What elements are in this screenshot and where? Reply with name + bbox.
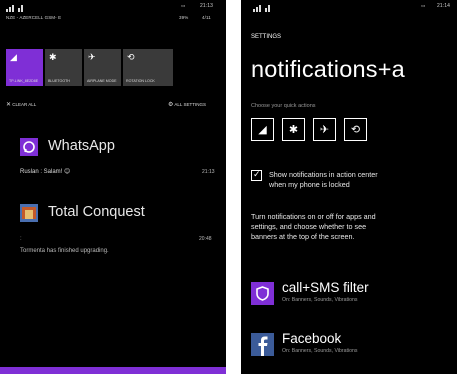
carrier-label: NZE - AZERCELL GSM- E — [6, 15, 62, 20]
app-item-status: On: Banners, Sounds, Vibrations — [282, 297, 358, 303]
action-center-screen: NZE - AZERCELL GSM- E ▭ 21:13 39% 4/11 ◢… — [0, 0, 226, 374]
rotation-lock-icon: ⟲ — [350, 124, 361, 136]
bluetooth-icon: ✱ — [288, 124, 299, 136]
status-clock: 21:14 — [437, 3, 451, 9]
quick-action-label: ROTATION LOCK — [126, 79, 155, 83]
checkmark-icon: ✓ — [253, 169, 261, 179]
app-item-status: On: Banners, Sounds, Vibrations — [282, 348, 358, 354]
notification-app-name: Total Conquest — [48, 204, 145, 220]
all-settings-button[interactable]: ⚙ ALL SETTINGS — [168, 101, 206, 108]
app-item-name: Facebook — [282, 331, 342, 346]
quick-action-airplane[interactable]: ✈ AIRPLANE MODE — [84, 49, 121, 86]
description-text: banners at the top of the screen. — [251, 232, 355, 241]
choose-quick-actions-label: Choose your quick actions — [251, 103, 316, 109]
shield-icon — [251, 282, 274, 305]
close-icon: ✕ — [6, 102, 12, 108]
gear-icon: ⚙ — [168, 102, 174, 108]
battery-percent: 39% — [179, 15, 189, 20]
quick-action-slot-rotation[interactable]: ⟲ — [344, 118, 367, 141]
wifi-icon: ◢ — [258, 124, 267, 136]
quick-action-wifi[interactable]: ◢ TP-LINK_8E2D8E — [6, 49, 43, 86]
bluetooth-icon: ✱ — [49, 52, 57, 62]
app-item-name: call+SMS filter — [282, 280, 369, 295]
quick-action-label: BLUETOOTH — [48, 79, 70, 83]
quick-action-label: TP-LINK_8E2D8E — [9, 79, 39, 83]
quick-action-slot-wifi[interactable]: ◢ — [251, 118, 274, 141]
checkbox-label-line2: when my phone is locked — [269, 180, 350, 189]
whatsapp-icon — [20, 138, 38, 156]
notification-message: Ruslan : Salam! 😊 — [20, 169, 71, 175]
quick-action-bluetooth[interactable]: ✱ BLUETOOTH — [45, 49, 82, 86]
description-text: settings, and choose whether to see — [251, 222, 367, 231]
notification-time: 20:48 — [199, 236, 212, 242]
quick-action-rotation[interactable]: ⟲ ROTATION LOCK — [123, 49, 173, 86]
airplane-icon: ✈ — [319, 124, 330, 136]
checkbox-label: Show notifications in action center — [269, 170, 378, 179]
signal-strength-icon — [6, 4, 26, 12]
notifications-settings-screen: ▭ 21:14 SETTINGS notifications+a Choose … — [241, 0, 457, 374]
quick-action-slot-airplane[interactable]: ✈ — [313, 118, 336, 141]
clear-all-label: CLEAR ALL — [12, 102, 37, 107]
status-clock: 21:13 — [200, 3, 214, 9]
all-settings-label: ALL SETTINGS — [174, 102, 206, 107]
signal-strength-icon — [253, 4, 273, 12]
notification-time: 21:13 — [202, 169, 215, 175]
total-conquest-icon — [20, 204, 38, 222]
quick-action-label: AIRPLANE MODE — [87, 79, 117, 83]
notification-title: : — [20, 236, 22, 242]
battery-icon: ▭ — [421, 3, 426, 8]
facebook-icon — [251, 333, 274, 356]
battery-icon: ▭ — [181, 3, 186, 8]
settings-header: SETTINGS — [251, 34, 282, 40]
show-on-lock-checkbox[interactable]: ✓ — [251, 169, 262, 181]
wifi-icon: ◢ — [10, 52, 17, 62]
quick-actions-row: ◢ TP-LINK_8E2D8E ✱ BLUETOOTH ✈ AIRPLANE … — [6, 49, 226, 86]
clear-all-button[interactable]: ✕ CLEAR ALL — [6, 101, 36, 108]
description-text: Turn notifications on or off for apps an… — [251, 212, 376, 221]
navigation-bar — [0, 367, 226, 374]
airplane-icon: ✈ — [88, 52, 96, 62]
quick-action-slot-bluetooth[interactable]: ✱ — [282, 118, 305, 141]
notification-message: Tormenta has finished upgrading. — [20, 248, 109, 254]
status-date: 4/11 — [202, 15, 211, 20]
notification-app-name: WhatsApp — [48, 138, 115, 154]
page-title: notifications+a — [251, 56, 405, 82]
rotation-lock-icon: ⟲ — [127, 52, 135, 62]
